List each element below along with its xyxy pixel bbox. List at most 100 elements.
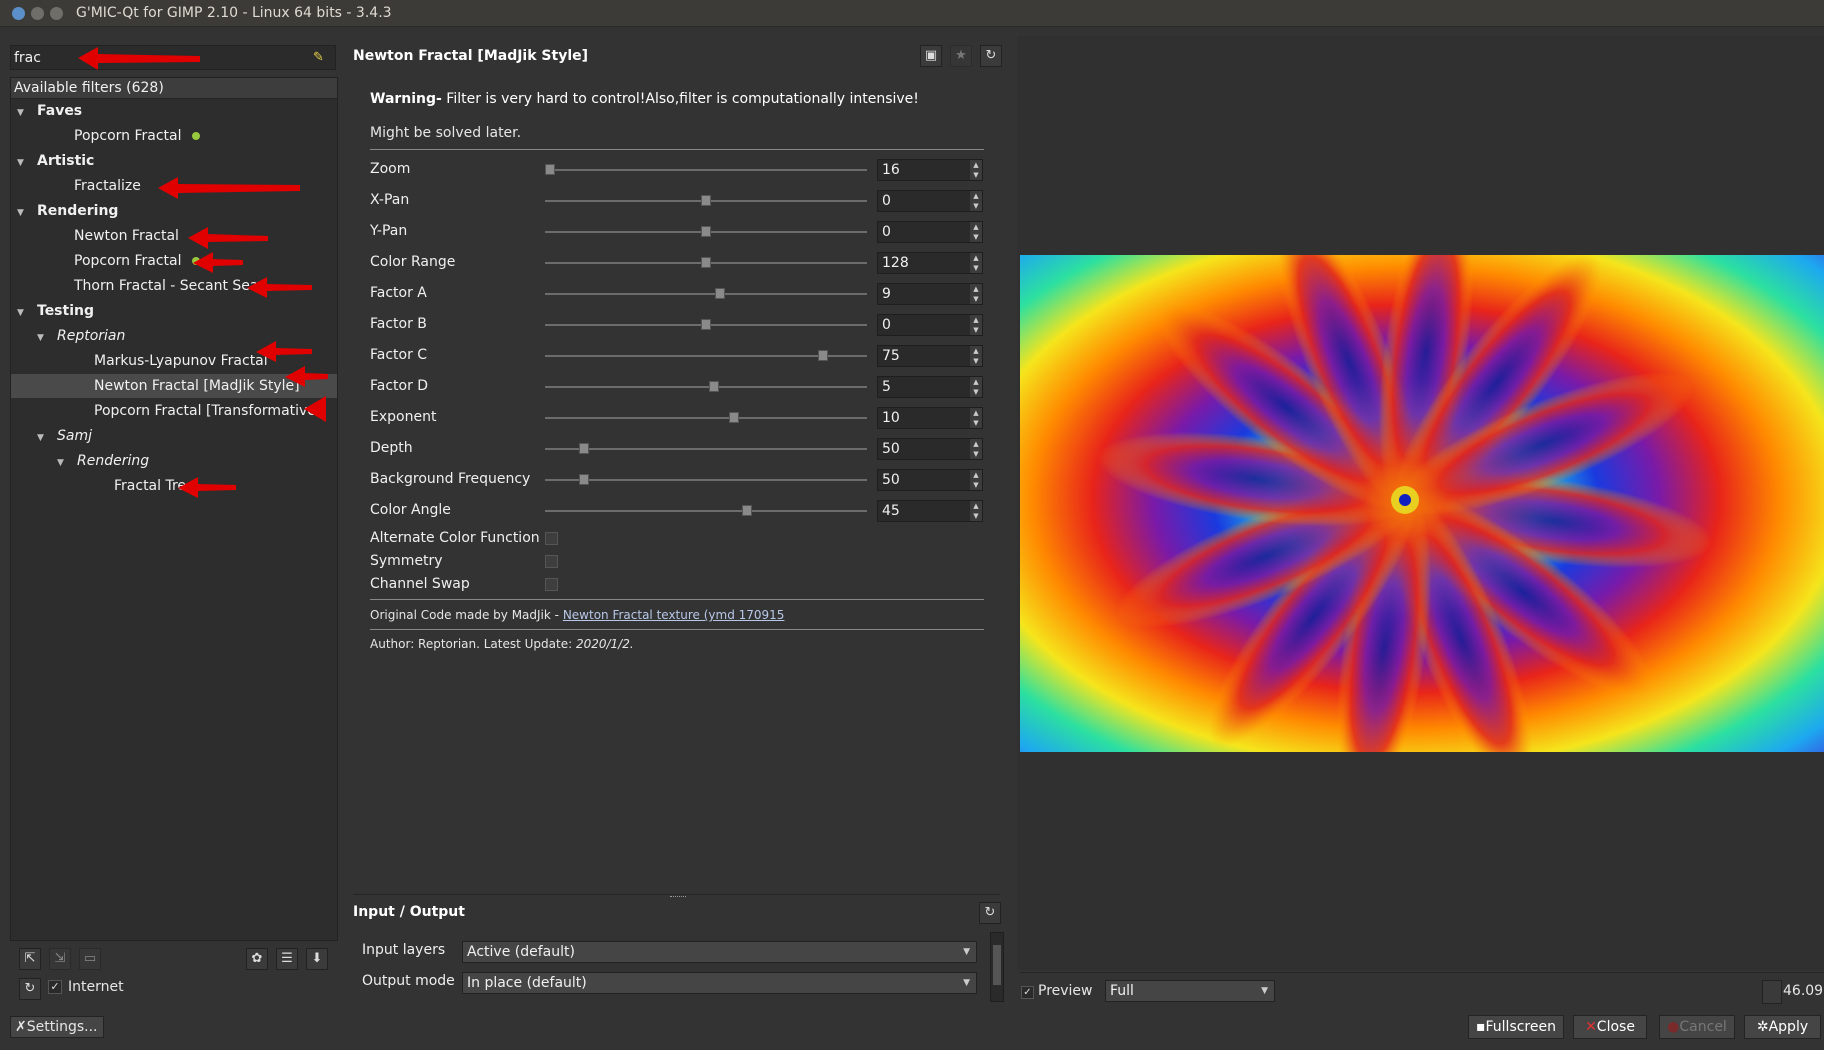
param-slider[interactable] — [545, 412, 867, 423]
reset-params-icon[interactable]: ↻ — [980, 45, 1002, 67]
param-slider[interactable] — [545, 257, 867, 268]
spin-down-icon[interactable]: ▼ — [970, 201, 982, 211]
param-slider[interactable] — [545, 164, 867, 175]
input-layers-select[interactable]: Active (default) ▼ — [462, 941, 977, 963]
spin-down-icon[interactable]: ▼ — [970, 232, 982, 242]
spin-up-icon[interactable]: ▲ — [970, 222, 982, 232]
filter-item[interactable]: Newton Fractal — [11, 224, 337, 248]
slider-handle[interactable] — [701, 319, 711, 330]
spin-up-icon[interactable]: ▲ — [970, 160, 982, 170]
spin-down-icon[interactable]: ▼ — [970, 387, 982, 397]
param-spinbox[interactable]: 5 ▲ ▼ — [877, 376, 983, 398]
param-spinbox[interactable]: 0 ▲ ▼ — [877, 314, 983, 336]
spin-down-icon[interactable]: ▼ — [970, 480, 982, 490]
filter-category[interactable]: ▼ Testing — [11, 299, 337, 323]
expand-arrow-icon[interactable]: ▼ — [17, 201, 29, 225]
expand-arrow-icon[interactable]: ▼ — [17, 301, 29, 325]
spin-up-icon[interactable]: ▲ — [970, 439, 982, 449]
preview-checkbox[interactable]: ✓ — [1021, 986, 1034, 999]
slider-handle[interactable] — [701, 257, 711, 268]
slider-handle[interactable] — [701, 195, 711, 206]
preview-mode-select[interactable]: Full ▼ — [1105, 980, 1275, 1002]
spin-up-icon[interactable]: ▲ — [970, 501, 982, 511]
reset-io-icon[interactable]: ↻ — [979, 902, 1001, 924]
param-spinbox[interactable]: 9 ▲ ▼ — [877, 283, 983, 305]
expand-arrow-icon[interactable]: ▼ — [17, 151, 29, 175]
expand-arrow-icon[interactable]: ▼ — [37, 426, 49, 450]
credit-link[interactable]: Newton Fractal texture (ymd 170915 — [563, 608, 785, 622]
filter-item[interactable]: Popcorn Fractal — [11, 124, 337, 148]
slider-handle[interactable] — [545, 164, 555, 175]
param-slider[interactable] — [545, 443, 867, 454]
search-input[interactable] — [11, 46, 307, 69]
download-icon[interactable]: ⬇ — [306, 948, 328, 970]
filter-category[interactable]: ▼ Rendering — [11, 199, 337, 223]
spin-up-icon[interactable]: ▲ — [970, 284, 982, 294]
spin-up-icon[interactable]: ▲ — [970, 470, 982, 480]
filter-item[interactable]: Thorn Fractal - Secant Sea — [11, 274, 337, 298]
splitter-handle[interactable] — [670, 896, 686, 899]
param-slider[interactable] — [545, 319, 867, 330]
internet-checkbox[interactable]: ✓ — [48, 980, 62, 994]
spin-down-icon[interactable]: ▼ — [970, 170, 982, 180]
param-checkbox[interactable] — [545, 578, 558, 591]
slider-handle[interactable] — [818, 350, 828, 361]
slider-handle[interactable] — [741, 505, 752, 516]
window-minimize-button[interactable] — [31, 7, 44, 20]
param-slider[interactable] — [545, 505, 867, 516]
param-slider[interactable] — [545, 350, 867, 361]
window-maximize-button[interactable] — [50, 7, 63, 20]
output-mode-select[interactable]: In place (default) ▼ — [462, 972, 977, 994]
slider-handle[interactable] — [579, 443, 590, 454]
filter-item[interactable]: Popcorn Fractal [Transformative] — [11, 399, 337, 423]
expand-arrow-icon[interactable]: ▼ — [57, 451, 69, 475]
param-spinbox[interactable]: 0 ▲ ▼ — [877, 221, 983, 243]
color-icon[interactable]: ✿ — [246, 948, 268, 970]
spin-down-icon[interactable]: ▼ — [970, 294, 982, 304]
param-spinbox[interactable]: 10 ▲ ▼ — [877, 407, 983, 429]
cancel-button[interactable]: ●Cancel — [1659, 1015, 1735, 1039]
slider-handle[interactable] — [708, 381, 719, 392]
close-button[interactable]: ✕Close — [1573, 1015, 1647, 1039]
filter-item[interactable]: Fractalize — [11, 174, 337, 198]
spin-down-icon[interactable]: ▼ — [970, 356, 982, 366]
io-scrollbar[interactable] — [990, 932, 1004, 1002]
list-icon[interactable]: ☰ — [276, 948, 298, 970]
filter-category[interactable]: ▼ Samj — [11, 424, 337, 448]
filter-category[interactable]: ▼ Faves — [11, 99, 337, 123]
spin-up-icon[interactable]: ▲ — [970, 346, 982, 356]
spin-up-icon[interactable]: ▲ — [970, 315, 982, 325]
filter-item[interactable]: Popcorn Fractal — [11, 249, 337, 273]
expand-arrow-icon[interactable]: ▼ — [37, 326, 49, 350]
expand-arrow-icon[interactable]: ▼ — [17, 101, 29, 125]
scrollbar-thumb[interactable] — [993, 945, 1001, 985]
refresh-icon[interactable]: ↻ — [19, 978, 41, 1000]
layout-icon[interactable]: ▣ — [920, 45, 942, 67]
param-slider[interactable] — [545, 474, 867, 485]
remove-fave-icon[interactable]: ⇲ — [49, 948, 71, 970]
param-spinbox[interactable]: 75 ▲ ▼ — [877, 345, 983, 367]
param-spinbox[interactable]: 0 ▲ ▼ — [877, 190, 983, 212]
spin-down-icon[interactable]: ▼ — [970, 418, 982, 428]
slider-handle[interactable] — [729, 412, 740, 423]
param-checkbox[interactable] — [545, 555, 558, 568]
spin-down-icon[interactable]: ▼ — [970, 511, 982, 521]
spin-down-icon[interactable]: ▼ — [970, 263, 982, 273]
param-slider[interactable] — [545, 226, 867, 237]
param-spinbox[interactable]: 16 ▲ ▼ — [877, 159, 983, 181]
filter-category[interactable]: ▼ Artistic — [11, 149, 337, 173]
broom-icon[interactable]: ✎ — [313, 50, 327, 65]
param-spinbox[interactable]: 128 ▲ ▼ — [877, 252, 983, 274]
slider-handle[interactable] — [715, 288, 726, 299]
settings-button[interactable]: ✗Settings... — [10, 1016, 104, 1038]
zoom-out-button[interactable] — [1762, 980, 1782, 1004]
param-spinbox[interactable]: 50 ▲ ▼ — [877, 438, 983, 460]
fractal-preview-image[interactable] — [1020, 255, 1824, 752]
filter-category[interactable]: ▼ Rendering — [11, 449, 337, 473]
param-spinbox[interactable]: 45 ▲ ▼ — [877, 500, 983, 522]
filter-item[interactable]: Newton Fractal [MadJik Style] — [11, 374, 337, 398]
spin-up-icon[interactable]: ▲ — [970, 191, 982, 201]
spin-down-icon[interactable]: ▼ — [970, 325, 982, 335]
param-spinbox[interactable]: 50 ▲ ▼ — [877, 469, 983, 491]
filter-item[interactable]: Fractal Tree — [11, 474, 337, 498]
